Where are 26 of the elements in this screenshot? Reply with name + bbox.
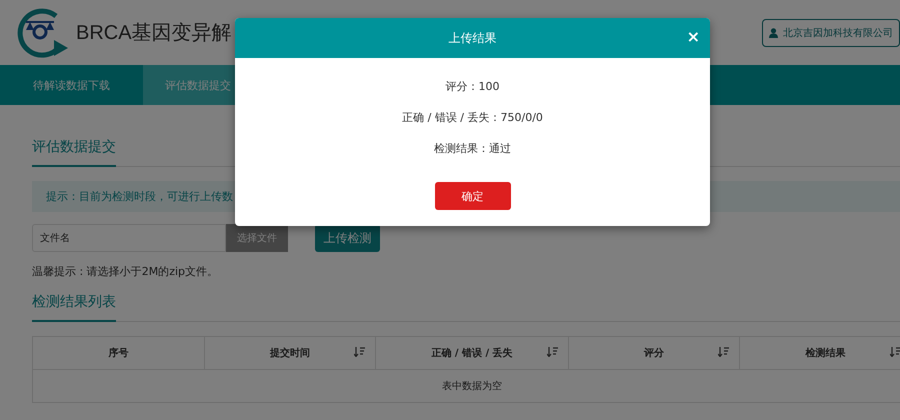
section-title: 检测结果列表 xyxy=(32,287,116,322)
empty-table-message: 表中数据为空 xyxy=(32,370,900,402)
confirm-button[interactable]: 确定 xyxy=(434,182,510,210)
notice-text: 提示：目前为检测时段，可进行上传数 xyxy=(46,190,233,203)
upload-button[interactable]: 上传检测 xyxy=(315,224,380,252)
result-text: 正确 / 错误 / 丢失：750/0/0 xyxy=(402,110,543,126)
sort-icon[interactable] xyxy=(546,347,558,357)
column-header[interactable]: 序号 xyxy=(32,336,204,370)
file-name-field[interactable]: 文件名 xyxy=(33,225,225,251)
dialog-title: 上传结果 xyxy=(448,30,496,46)
user-icon xyxy=(769,28,778,38)
close-button[interactable]: × xyxy=(686,28,700,46)
sort-icon[interactable] xyxy=(354,347,366,357)
column-header[interactable]: 检测结果 xyxy=(740,336,900,370)
sort-icon[interactable] xyxy=(890,347,900,357)
result-text: 评分：100 xyxy=(446,79,500,95)
app-title: BRCA基因变异解 xyxy=(76,21,232,46)
result-text: 检测结果：通过 xyxy=(434,141,511,157)
column-header[interactable]: 提交时间 xyxy=(204,336,376,370)
hint-text: 温馨提示 : 请选择小于2M的zip文件。 xyxy=(32,264,220,279)
section-title: 评估数据提交 xyxy=(32,132,116,167)
sort-icon[interactable] xyxy=(718,347,730,357)
column-header[interactable]: 评分 xyxy=(568,336,740,370)
nav-tab[interactable]: 待解读数据下载 xyxy=(0,65,143,105)
column-header[interactable]: 正确 / 错误 / 丢失 xyxy=(376,336,568,370)
user-account-button[interactable]: 北京吉因加科技有限公司 xyxy=(762,18,900,46)
